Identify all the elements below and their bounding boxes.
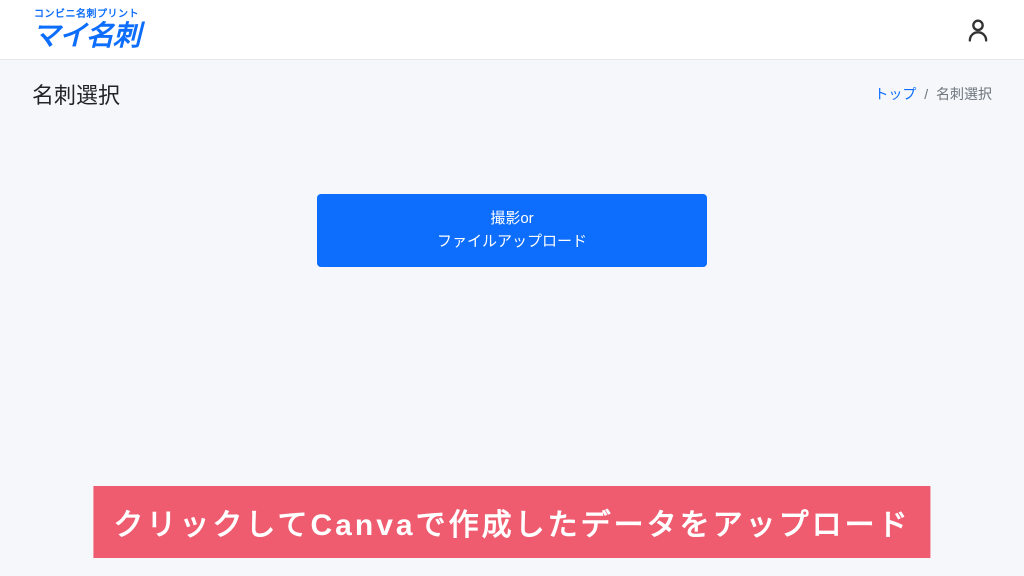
page-title: 名刺選択 [32,78,120,110]
app-header: コンビニ名刺プリント マイ名刺 [0,0,1024,60]
breadcrumb-current: 名刺選択 [936,86,992,102]
breadcrumb-separator: / [924,86,928,102]
upload-button[interactable]: 撮影or ファイルアップロード [317,194,707,267]
subheader: 名刺選択 トップ / 名刺選択 [0,60,1024,124]
main-content: 撮影or ファイルアップロード [0,124,1024,267]
breadcrumb-home-link[interactable]: トップ [874,86,916,102]
logo-tagline: コンビニ名刺プリント [34,10,140,20]
upload-button-line1: 撮影or [317,208,707,231]
instruction-banner: クリックしてCanvaで作成したデータをアップロード [93,486,930,558]
logo-main: マイ名刺 [32,22,140,50]
user-icon[interactable] [964,16,992,44]
logo[interactable]: コンビニ名刺プリント マイ名刺 [32,10,140,50]
breadcrumb: トップ / 名刺選択 [874,84,992,104]
upload-button-line2: ファイルアップロード [317,231,707,254]
